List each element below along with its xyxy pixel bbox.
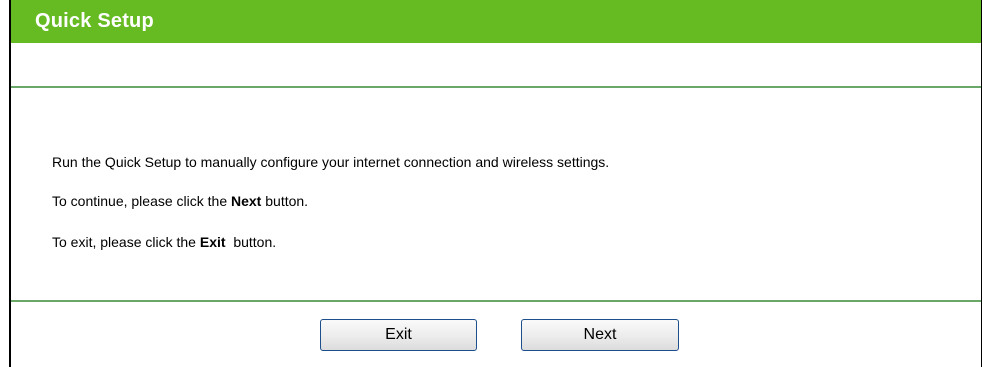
exit-instruction-exit-label: Exit (199, 234, 226, 250)
next-button[interactable]: Next (521, 319, 679, 351)
intro-text: Run the Quick Setup to manually configur… (52, 154, 609, 170)
top-divider (11, 86, 981, 88)
continue-instruction-prefix: To continue, please click the (52, 193, 231, 209)
title-bar: Quick Setup (11, 0, 981, 43)
bottom-divider (11, 300, 981, 302)
intro-text-content: Run the Quick Setup to manually configur… (52, 154, 610, 170)
exit-instruction-suffix: button. (225, 234, 277, 250)
exit-instruction-prefix: To exit, please click the (52, 234, 200, 250)
page-title: Quick Setup (35, 10, 154, 32)
continue-instruction: To continue, please click the Next butto… (52, 193, 308, 209)
exit-button[interactable]: Exit (320, 319, 477, 351)
exit-instruction: To exit, please click the Exit button. (52, 234, 276, 250)
continue-instruction-suffix: button. (261, 193, 309, 209)
quick-setup-panel: Quick Setup Run the Quick Setup to manua… (9, 0, 982, 367)
continue-instruction-next-label: Next (231, 193, 262, 209)
